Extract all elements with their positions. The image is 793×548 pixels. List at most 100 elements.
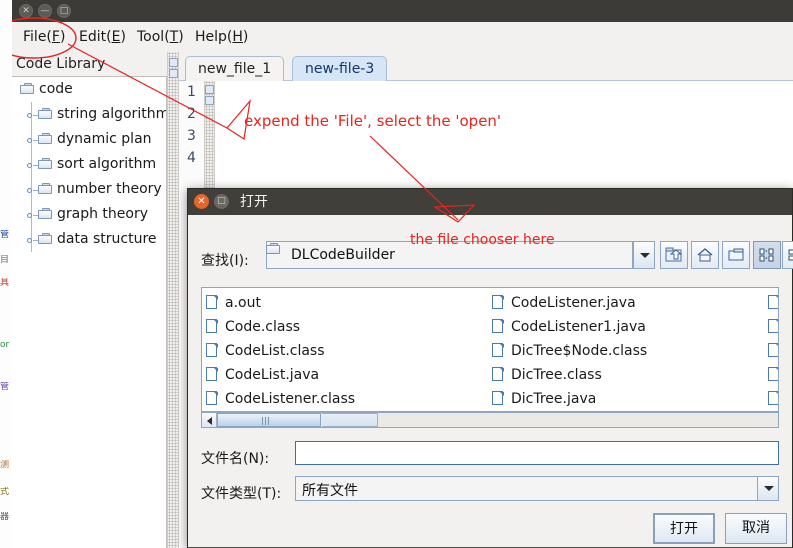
scrollbar-track[interactable] xyxy=(322,413,378,427)
menu-edit-pre: Edit( xyxy=(79,29,112,45)
dialog-titlebar: ✕ □ 打开 xyxy=(188,189,792,215)
bg-fragment-6: 式 xyxy=(0,487,10,497)
chevron-up-icon[interactable] xyxy=(205,85,214,94)
file-icon xyxy=(768,391,778,406)
list-view-icon[interactable] xyxy=(782,241,793,269)
file-list-item[interactable]: Code.class xyxy=(206,315,486,339)
menu-file-pre: File( xyxy=(23,29,52,45)
expand-toggle-icon[interactable] xyxy=(26,127,39,152)
file-name: DicTree$Node.class xyxy=(511,343,648,359)
menu-help-post: ) xyxy=(242,29,249,45)
close-icon[interactable]: ✕ xyxy=(194,194,209,209)
file-list-item[interactable]: CodeListener.java xyxy=(492,291,772,315)
tree-item-string-algorithm[interactable]: string algorithm xyxy=(12,102,166,127)
file-list-item[interactable] xyxy=(768,387,778,411)
expand-toggle-icon[interactable] xyxy=(26,177,39,202)
file-icon xyxy=(768,319,778,334)
file-list-item[interactable]: CodeListener1.java xyxy=(492,315,772,339)
file-icon xyxy=(492,367,505,382)
bg-fragment-0: 管 xyxy=(0,230,10,240)
line-number: 1 xyxy=(187,84,196,100)
menu-file-key: F xyxy=(51,29,60,45)
file-list-item[interactable] xyxy=(768,339,778,363)
maximize-icon[interactable]: □ xyxy=(57,4,71,18)
scrollbar-thumb[interactable] xyxy=(217,413,321,427)
file-name: CodeList.java xyxy=(225,367,320,383)
menu-bar: File(F) Edit(E) Tool(T) Help(H) xyxy=(12,22,793,53)
file-list-item[interactable]: CodeList.java xyxy=(206,363,486,387)
tree-item-graph-theory[interactable]: graph theory xyxy=(12,202,166,227)
expand-toggle-icon[interactable] xyxy=(26,227,39,252)
menu-item-tool[interactable]: Tool(T) xyxy=(132,27,189,47)
menu-item-help[interactable]: Help(H) xyxy=(190,27,253,47)
up-folder-icon[interactable] xyxy=(660,241,688,269)
code-library-tree[interactable]: code string algorithm dynamic plan sort … xyxy=(12,77,167,548)
look-in-value: DLCodeBuilder xyxy=(291,247,395,263)
file-list-item[interactable]: DicTree$Node.class xyxy=(492,339,772,363)
file-list-item[interactable]: DicTree.class xyxy=(492,363,772,387)
background-window[interactable]: 管 目 具 or 管 测 式 器 xyxy=(0,0,13,548)
tree-item-data-structure[interactable]: data structure xyxy=(12,227,166,252)
chevron-up-icon[interactable] xyxy=(169,58,178,67)
minimize-icon[interactable]: — xyxy=(38,4,52,18)
chevron-down-icon[interactable] xyxy=(169,69,178,78)
menu-item-edit[interactable]: Edit(E) xyxy=(74,27,131,47)
line-number: 3 xyxy=(187,128,196,144)
maximize-icon[interactable]: □ xyxy=(214,194,229,209)
tree-item-label: dynamic plan xyxy=(57,131,152,147)
file-name: DicTree.class xyxy=(511,367,602,383)
file-type-combobox[interactable]: 所有文件 xyxy=(295,476,779,501)
home-icon[interactable] xyxy=(691,241,719,269)
file-icon xyxy=(206,295,219,310)
new-folder-icon[interactable] xyxy=(722,241,750,269)
line-number: 2 xyxy=(187,106,196,122)
file-name-input[interactable] xyxy=(295,441,779,465)
grid-view-icon[interactable] xyxy=(753,241,781,269)
bg-fragment-3: or xyxy=(0,340,10,350)
folder-icon xyxy=(266,243,281,255)
tab-new-file-3[interactable]: new-file-3 xyxy=(292,56,388,81)
scroll-left-icon[interactable] xyxy=(202,413,217,427)
folder-icon xyxy=(38,183,53,195)
file-list-horizontal-scrollbar[interactable] xyxy=(201,412,779,428)
chevron-down-icon[interactable] xyxy=(205,96,214,105)
menu-item-file[interactable]: File(F) xyxy=(18,27,70,47)
file-column-1: a.out Code.class CodeList.class CodeList… xyxy=(206,291,486,411)
file-list-item[interactable]: a.out xyxy=(206,291,486,315)
expand-toggle-icon[interactable] xyxy=(26,152,39,177)
tree-item-dynamic-plan[interactable]: dynamic plan xyxy=(12,127,166,152)
main-window: ✕ — □ File(F) Edit(E) Tool(T) Help(H) Co… xyxy=(12,0,793,548)
sidebar-split-scrollbar[interactable] xyxy=(167,52,179,548)
bg-fragment-2: 具 xyxy=(0,278,10,288)
file-icon xyxy=(206,343,219,358)
open-button[interactable]: 打开 xyxy=(653,513,715,544)
chevron-down-icon xyxy=(640,253,650,258)
tree-item-number-theory[interactable]: number theory xyxy=(12,177,166,202)
up-folder-glyph xyxy=(665,247,683,262)
expand-toggle-icon[interactable] xyxy=(26,202,39,227)
dialog-title: 打开 xyxy=(240,194,268,210)
menu-edit-post: ) xyxy=(120,29,126,45)
annotation-text-expand: expend the 'File', select the 'open' xyxy=(244,112,502,130)
tab-new-file-1[interactable]: new_file_1 xyxy=(185,56,285,81)
file-name: CodeListener1.java xyxy=(511,319,646,335)
file-list-item[interactable]: DicTree.java xyxy=(492,387,772,411)
file-list[interactable]: a.out Code.class CodeList.class CodeList… xyxy=(201,287,779,412)
file-icon xyxy=(768,343,778,358)
cancel-button[interactable]: 取消 xyxy=(725,513,787,544)
file-list-item[interactable] xyxy=(768,363,778,387)
menu-help-pre: Help( xyxy=(195,29,233,45)
expand-toggle-icon[interactable] xyxy=(26,102,39,127)
tree-root-code[interactable]: code xyxy=(12,77,166,102)
file-list-item[interactable] xyxy=(768,315,778,339)
annotation-text-chooser: the file chooser here xyxy=(410,232,555,248)
file-list-item[interactable]: CodeListener.class xyxy=(206,387,486,411)
file-list-item[interactable]: CodeList.class xyxy=(206,339,486,363)
file-type-dropdown-arrow[interactable] xyxy=(757,476,779,501)
tree-item-sort-algorithm[interactable]: sort algorithm xyxy=(12,152,166,177)
look-in-dropdown-arrow[interactable] xyxy=(633,241,655,269)
file-column-3 xyxy=(768,291,778,411)
close-icon[interactable]: ✕ xyxy=(19,4,33,18)
file-list-item[interactable] xyxy=(768,291,778,315)
file-name: a.out xyxy=(225,295,261,311)
